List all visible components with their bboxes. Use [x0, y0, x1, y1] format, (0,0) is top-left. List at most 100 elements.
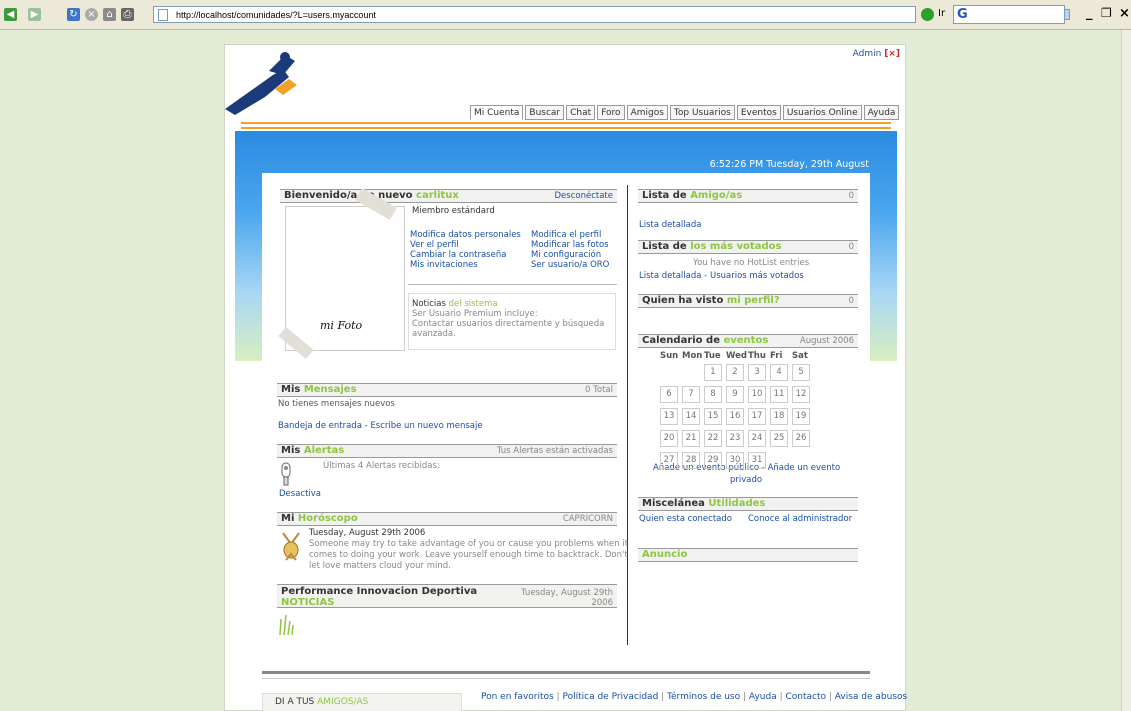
- back-icon[interactable]: ◀: [4, 8, 17, 21]
- calendar-day[interactable]: 5: [792, 364, 810, 381]
- print-icon[interactable]: ⎙: [121, 8, 134, 21]
- tab-top-usuarios[interactable]: Top Usuarios: [669, 105, 735, 120]
- logout-link[interactable]: Desconéctate: [555, 190, 613, 202]
- calendar-day[interactable]: 20: [660, 430, 678, 447]
- calendar-title-highlight: eventos: [723, 335, 769, 346]
- minimize-button[interactable]: _: [1086, 6, 1093, 21]
- who-online-link[interactable]: Quien esta conectado: [639, 514, 732, 524]
- admin-label[interactable]: Admin: [853, 49, 882, 59]
- calendar-day[interactable]: 3: [748, 364, 766, 381]
- welcome-title: Bienvenido/a de nuevo: [284, 190, 413, 201]
- calendar-day[interactable]: 21: [682, 430, 700, 447]
- maximize-button[interactable]: ❐: [1101, 6, 1112, 20]
- link-modifica-datos[interactable]: Modifica datos personales: [410, 230, 521, 240]
- calendar-day[interactable]: 30: [726, 452, 744, 469]
- deactivate-alerts-link[interactable]: Desactiva: [279, 489, 321, 499]
- tab-usuarios-online[interactable]: Usuarios Online: [782, 105, 862, 120]
- link-ser-usuario-oro[interactable]: Ser usuario/a ORO: [531, 260, 609, 270]
- link-mi-configuracion[interactable]: Mi configuración: [531, 250, 601, 260]
- calendar-title: Calendario de: [642, 335, 720, 346]
- home-icon[interactable]: ⌂: [103, 8, 116, 21]
- link-ver-perfil[interactable]: Ver el perfil: [410, 240, 459, 250]
- calendar-day[interactable]: 23: [726, 430, 744, 447]
- address-bar[interactable]: http://localhost/comunidades/?L=users.my…: [153, 6, 1070, 23]
- link-mis-invitaciones[interactable]: Mis invitaciones: [410, 260, 478, 270]
- calendar-day[interactable]: 25: [770, 430, 788, 447]
- scrollbar[interactable]: [1121, 30, 1131, 711]
- forward-icon[interactable]: ▶: [28, 8, 41, 21]
- calendar-day[interactable]: 1: [704, 364, 722, 381]
- calendar-day[interactable]: 29: [704, 452, 722, 469]
- calendar-day[interactable]: 27: [660, 452, 678, 469]
- browser-toolbar: ◀ ▶ ↻ × ⌂ ⎙ http://localhost/comunidades…: [0, 0, 1131, 30]
- horoscope-date: Tuesday, August 29th 2006: [309, 528, 426, 538]
- footer-link-terminos[interactable]: Términos de uso: [667, 692, 740, 702]
- link-cambiar-contrasena[interactable]: Cambiar la contraseña: [410, 250, 506, 260]
- calendar-day[interactable]: 14: [682, 408, 700, 425]
- calendar-day[interactable]: 28: [682, 452, 700, 469]
- close-button[interactable]: ×: [1119, 6, 1130, 21]
- calendar-day[interactable]: 19: [792, 408, 810, 425]
- page-icon: [158, 9, 168, 21]
- admin-close-mark[interactable]: [×]: [884, 49, 900, 59]
- main-content: Bienvenido/a de nuevo carlitux Desconéct…: [262, 173, 870, 665]
- calendar-header: Calendario de eventos August 2006: [638, 334, 858, 348]
- calendar-day[interactable]: 24: [748, 430, 766, 447]
- calendar-day[interactable]: 13: [660, 408, 678, 425]
- tab-ayuda[interactable]: Ayuda: [863, 105, 900, 120]
- horoscope-line: comes to doing your work. Leave yourself…: [309, 550, 628, 560]
- calendar-day[interactable]: 31: [748, 452, 766, 469]
- calendar-day[interactable]: 18: [770, 408, 788, 425]
- link-modifica-perfil[interactable]: Modifica el perfil: [531, 230, 601, 240]
- footer-link-privacidad[interactable]: Política de Privacidad: [563, 692, 659, 702]
- tab-amigos[interactable]: Amigos: [626, 105, 668, 120]
- tab-buscar[interactable]: Buscar: [525, 105, 565, 120]
- write-message-link[interactable]: Escribe un nuevo mensaje: [370, 421, 482, 431]
- news-line: Ser Usuario Premium incluye:: [412, 309, 538, 319]
- go-button-label[interactable]: Ir: [938, 8, 945, 19]
- profile-photo[interactable]: mi Foto: [278, 187, 405, 360]
- footer-link-contacto[interactable]: Contacto: [785, 692, 826, 702]
- tab-eventos[interactable]: Eventos: [736, 105, 781, 120]
- calendar-day[interactable]: 6: [660, 386, 678, 403]
- calendar-day[interactable]: 15: [704, 408, 722, 425]
- calendar-day[interactable]: 11: [770, 386, 788, 403]
- tab-chat[interactable]: Chat: [566, 105, 596, 120]
- calendar-day[interactable]: 17: [748, 408, 766, 425]
- calendar-day[interactable]: 4: [770, 364, 788, 381]
- calendar-day[interactable]: 2: [726, 364, 744, 381]
- calendar-day[interactable]: 26: [792, 430, 810, 447]
- meet-admin-link[interactable]: Conoce al administrador: [748, 514, 852, 524]
- stop-icon[interactable]: ×: [85, 8, 98, 21]
- calendar-weekday: Fri: [770, 351, 783, 361]
- refresh-icon[interactable]: ↻: [67, 8, 80, 21]
- footer-link-ayuda[interactable]: Ayuda: [749, 692, 777, 702]
- calendar-day[interactable]: 16: [726, 408, 744, 425]
- search-box[interactable]: G: [953, 5, 1065, 24]
- go-icon[interactable]: [921, 8, 934, 21]
- calendar-weekday: Sat: [792, 351, 808, 361]
- top-users-link[interactable]: Usuarios más votados: [710, 271, 804, 281]
- link-modificar-fotos[interactable]: Modificar las fotos: [531, 240, 609, 250]
- calendar-weekday: Mon: [682, 351, 703, 361]
- calendar-day[interactable]: 22: [704, 430, 722, 447]
- calendar-day[interactable]: 10: [748, 386, 766, 403]
- calendar-day[interactable]: 8: [704, 386, 722, 403]
- tab-foro[interactable]: Foro: [597, 105, 625, 120]
- horoscope-line: let love matters cloud your mind.: [309, 561, 451, 571]
- calendar-weekday: Sun: [660, 351, 679, 361]
- footer-link-abusos[interactable]: Avisa de abusos: [835, 692, 907, 702]
- inbox-link[interactable]: Bandeja de entrada: [278, 421, 362, 431]
- calendar-day[interactable]: 9: [726, 386, 744, 403]
- top-voted-detail-link[interactable]: Lista detallada: [639, 271, 701, 281]
- tell-friends-box[interactable]: DI A TUS AMIGOS/AS: [262, 693, 462, 711]
- footer-link-favoritos[interactable]: Pon en favoritos: [481, 692, 554, 702]
- calendar-day[interactable]: 12: [792, 386, 810, 403]
- tab-mi-cuenta[interactable]: Mi Cuenta: [470, 105, 524, 120]
- calendar-day[interactable]: 7: [682, 386, 700, 403]
- admin-link[interactable]: Admin [×]: [853, 49, 900, 59]
- friends-detail-link[interactable]: Lista detallada: [639, 220, 701, 230]
- alert-bell-icon: [281, 462, 291, 486]
- add-private-event-link[interactable]: privado: [730, 475, 762, 485]
- search-engine-icon: G: [957, 7, 968, 22]
